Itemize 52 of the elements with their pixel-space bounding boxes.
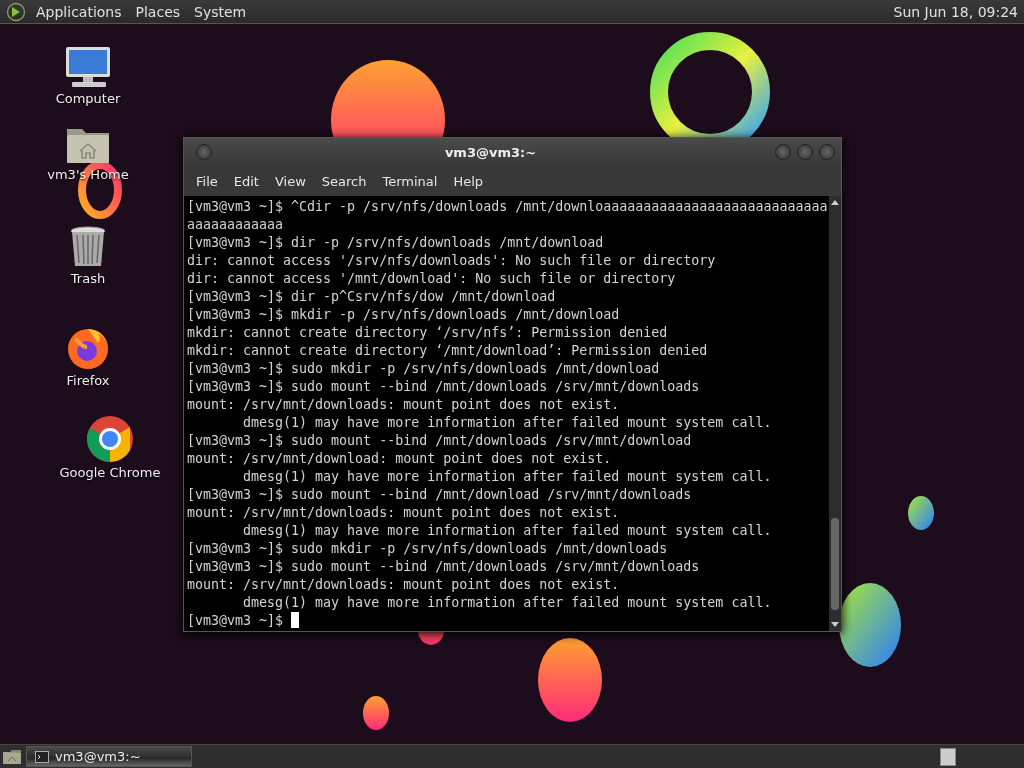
terminal-line: dmesg(1) may have more information after failed mount system call. [242,595,772,610]
terminal-line: mount: /srv/mnt/downloads: mount point does not exist. [187,577,620,592]
terminal-line: [vm3@vm3 ~]$ mkdir -p /srv/nfs/downloads /mnt/download [187,307,620,322]
terminal-icon [35,750,49,763]
menu-item[interactable]: Terminal [374,173,446,189]
panel-menu[interactable]: System [187,3,254,20]
terminal-line: [vm3@vm3 ~]$ dir -p^Csrv/nfs/dow /mnt/download [187,289,556,304]
menu-item[interactable]: File [188,173,226,189]
show-desktop-icon[interactable] [2,747,22,766]
window-title: vm3@vm3:~ [443,144,538,160]
terminal-line: [vm3@vm3 ~]$ sudo mount --bind /mnt/downloads /srv/mnt/downloads [187,379,700,394]
menu-item[interactable]: Edit [225,173,267,189]
terminal-line: mount: /srv/mnt/downloads: mount point does not exist. [187,505,620,520]
terminal-line: dmesg(1) may have more information after failed mount system call. [242,415,772,430]
panel-menu[interactable]: Places [128,3,188,20]
logo-icon[interactable] [6,1,26,22]
terminal-line: dmesg(1) may have more information after failed mount system call. [242,469,772,484]
workspace-switcher[interactable] [940,747,956,766]
terminal-line: dir: cannot access '/mnt/download': No such file or directory [187,271,676,286]
icon-label[interactable]: Google Chrome [59,465,161,480]
browser-icon [86,415,134,463]
terminal-line: dmesg(1) may have more information after failed mount system call. [242,523,772,538]
window-button[interactable] [196,144,212,160]
terminal-line: [vm3@vm3 ~]$ sudo mount --bind /mnt/downloads /srv/mnt/downloads [187,559,700,574]
terminal-line: [vm3@vm3 ~]$ [187,613,284,628]
window-button[interactable] [819,144,835,160]
terminal-line: mkdir: cannot create directory ‘/mnt/download’: Permission denied [187,343,708,358]
terminal-line: [vm3@vm3 ~]$ sudo mkdir -p /srv/nfs/downloads /mnt/download [187,361,660,376]
scrollbar[interactable] [829,196,841,631]
text-cursor [291,612,300,628]
menu-item[interactable]: View [266,173,314,189]
window-button[interactable] [775,144,791,160]
menu-item[interactable]: Help [445,173,492,189]
panel-menu[interactable]: Applications [29,3,129,20]
window-button[interactable] [797,144,813,160]
clock[interactable]: Sun Jun 18, 09:24 [887,3,1018,20]
icon-label[interactable]: Firefox [66,373,110,388]
terminal-line: [vm3@vm3 ~]$ sudo mkdir -p /srv/nfs/downloads /mnt/downloads [187,541,668,556]
terminal-line: dir: cannot access '/srv/nfs/downloads': No such file or directory [187,253,716,268]
terminal-line: mkdir: cannot create directory ‘/srv/nfs’: Permission denied [187,325,668,340]
terminal-line: [vm3@vm3 ~]$ sudo mount --bind /mnt/download /srv/mnt/downloads [187,487,692,502]
icon-label[interactable]: Computer [55,91,121,106]
terminal-line: [vm3@vm3 ~]$ dir -p /srv/nfs/downloads /mnt/download [187,235,604,250]
monitor-icon [64,45,112,89]
icon-label[interactable]: Trash [70,271,106,286]
terminal-line: [vm3@vm3 ~]$ sudo mount --bind /mnt/downloads /srv/mnt/download [187,433,692,448]
trash-icon [68,225,108,269]
menu-item[interactable]: Search [313,173,375,189]
terminal-line: mount: /srv/mnt/download: mount point does not exist. [187,451,612,466]
terminal-line: mount: /srv/mnt/downloads: mount point does not exist. [187,397,620,412]
taskbar-button[interactable]: vm3@vm3:~ [26,746,192,767]
terminal-line: [vm3@vm3 ~]$ ^Cdir -p /srv/nfs/downloads /mnt/downloaaaaaaaaaaaaaaaaaaaaaaaaaaaaaaaaaaaaaaaa [187,199,828,232]
